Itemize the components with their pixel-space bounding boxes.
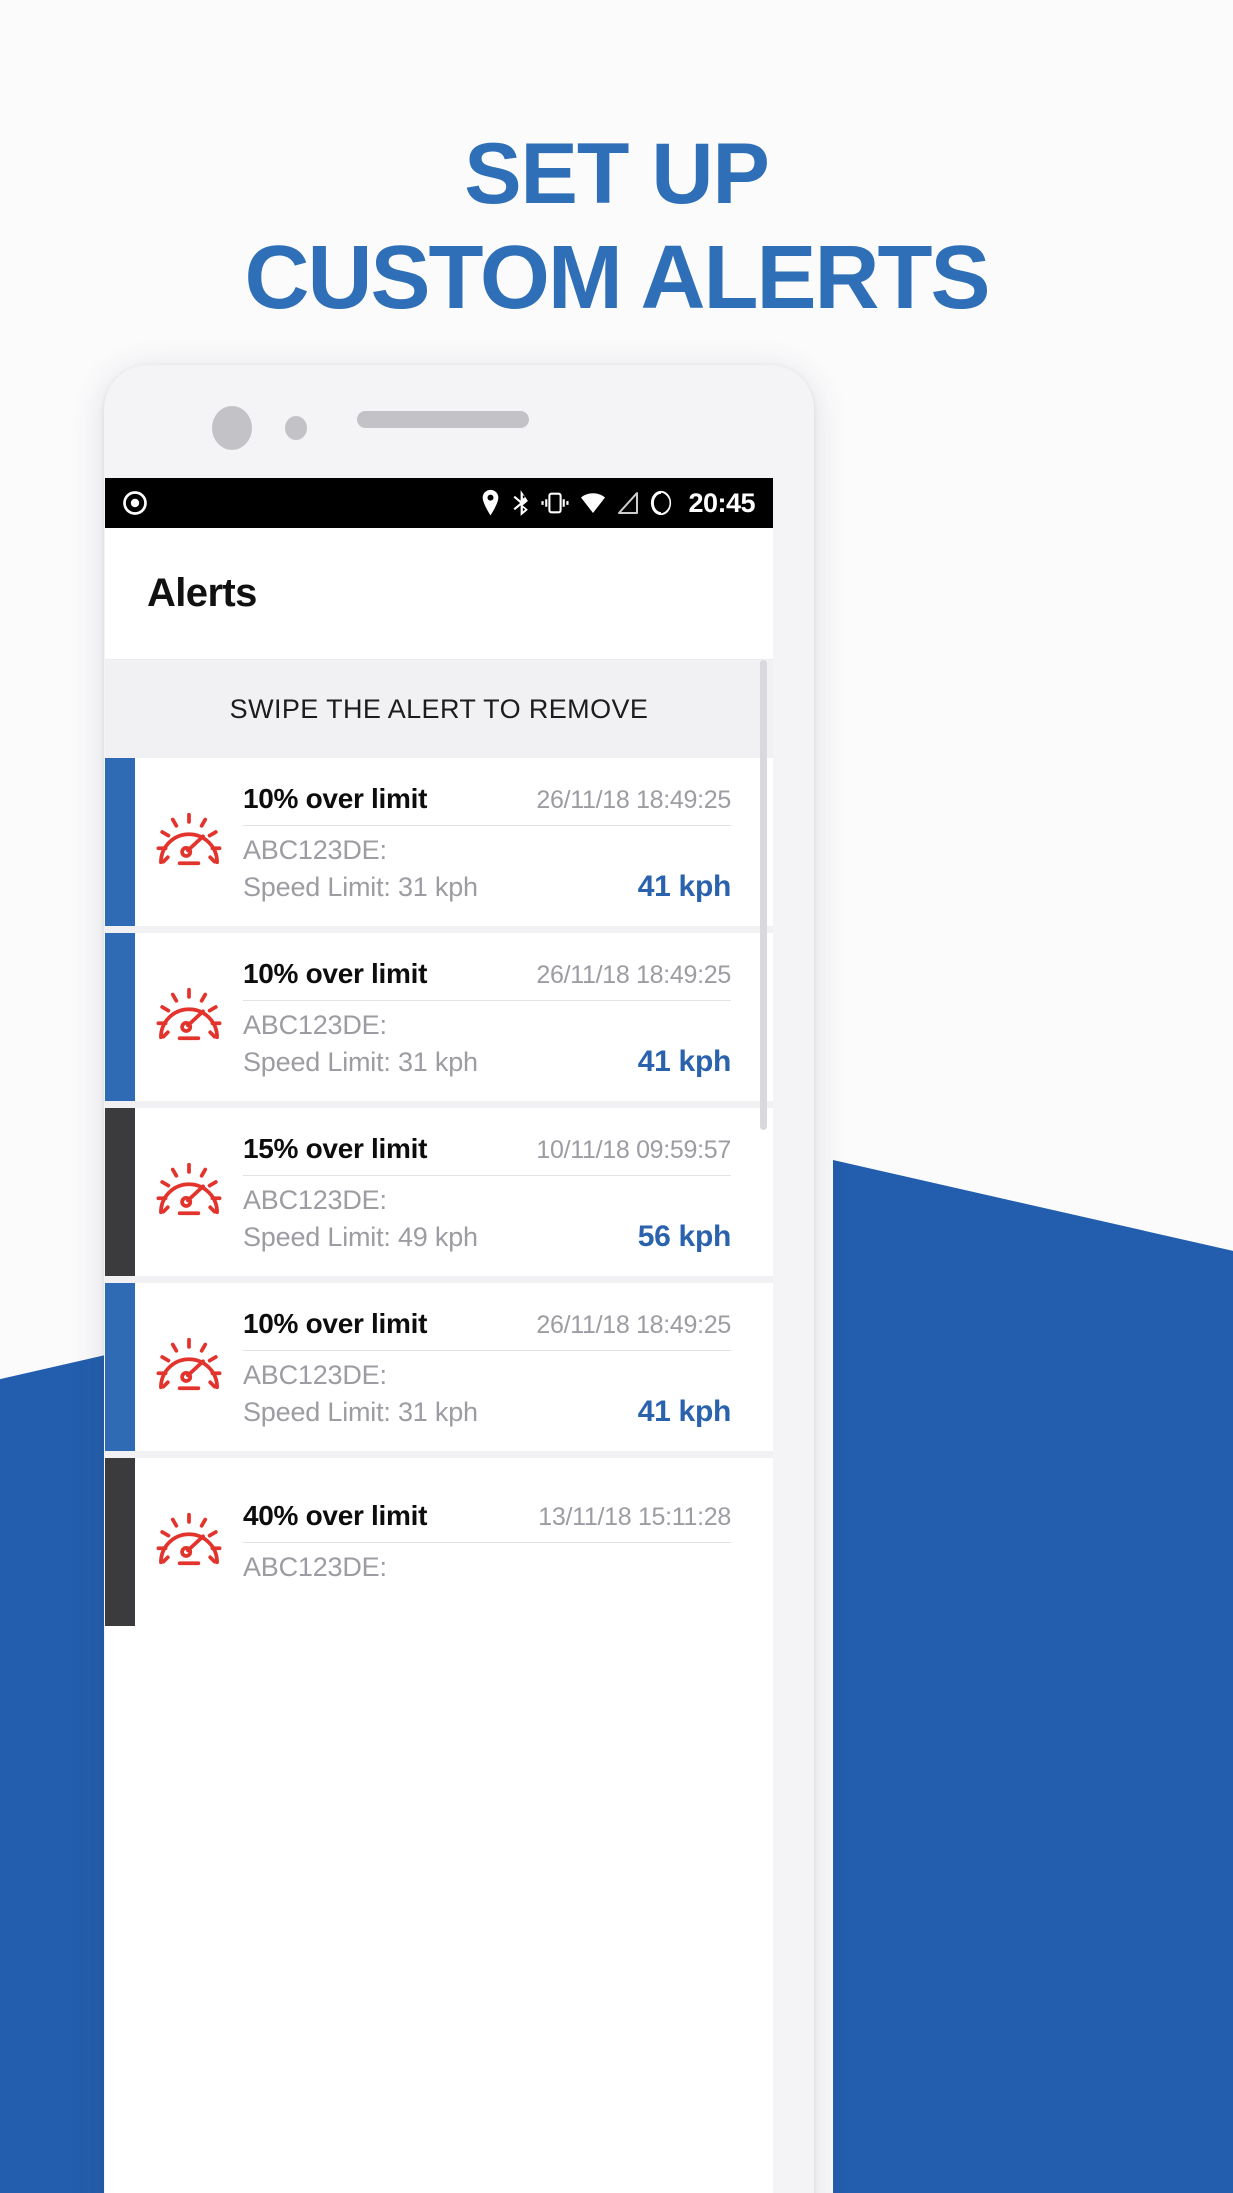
status-bar-clock: 20:45 bbox=[688, 487, 755, 518]
alert-recorded-speed: 41 kph bbox=[637, 1394, 732, 1428]
battery-icon bbox=[651, 490, 672, 516]
list-scrollbar[interactable] bbox=[760, 660, 767, 1130]
wifi-icon bbox=[581, 493, 606, 513]
alert-list-item-3[interactable]: 10% over limit 26/11/18 18:49:25 ABC123D… bbox=[105, 1283, 773, 1451]
swipe-hint-banner: SWIPE THE ALERT TO REMOVE bbox=[105, 660, 773, 758]
alert-vehicle-plate: ABC123DE: bbox=[243, 1009, 387, 1040]
promo-headline-line2: CUSTOM ALERTS bbox=[244, 228, 990, 328]
alert-footer bbox=[243, 1583, 731, 1587]
location-pin-icon bbox=[483, 489, 499, 516]
earpiece-speaker-icon bbox=[357, 411, 529, 428]
alert-list[interactable]: 10% over limit 26/11/18 18:49:25 ABC123D… bbox=[105, 758, 773, 1626]
alert-title: 40% over limit bbox=[243, 1499, 428, 1531]
alert-details: 10% over limit 26/11/18 18:49:25 ABC123D… bbox=[243, 933, 773, 1101]
alert-footer: Speed Limit: 31 kph 41 kph bbox=[243, 866, 731, 904]
alert-list-item-4[interactable]: 40% over limit 13/11/18 15:11:28 ABC123D… bbox=[105, 1458, 773, 1626]
alert-severity-accent-bar bbox=[105, 1108, 135, 1276]
alert-icon-slot bbox=[135, 1458, 243, 1626]
alert-icon-slot bbox=[135, 758, 243, 926]
promo-headline: SET UP CUSTOM ALERTS bbox=[0, 122, 1233, 330]
alert-title: 10% over limit bbox=[243, 1307, 428, 1339]
background-shape-right bbox=[833, 1160, 1233, 2193]
alert-recorded-speed: 41 kph bbox=[637, 869, 732, 903]
alert-list-item-0[interactable]: 10% over limit 26/11/18 18:49:25 ABC123D… bbox=[105, 758, 773, 926]
alert-severity-accent-bar bbox=[105, 758, 135, 926]
promo-headline-line1: SET UP bbox=[464, 126, 770, 222]
alert-timestamp: 10/11/18 09:59:57 bbox=[536, 1135, 731, 1164]
alert-recorded-speed: 56 kph bbox=[637, 1219, 732, 1253]
alert-details: 40% over limit 13/11/18 15:11:28 ABC123D… bbox=[243, 1458, 773, 1626]
alert-severity-accent-bar bbox=[105, 1283, 135, 1451]
status-bar: 20:45 bbox=[105, 478, 773, 528]
alert-details: 15% over limit 10/11/18 09:59:57 ABC123D… bbox=[243, 1108, 773, 1276]
alert-severity-accent-bar bbox=[105, 1458, 135, 1626]
alert-vehicle-plate: ABC123DE: bbox=[243, 1184, 387, 1215]
camera-lens-icon bbox=[212, 406, 252, 450]
alert-severity-accent-bar bbox=[105, 933, 135, 1101]
alert-list-item-1[interactable]: 10% over limit 26/11/18 18:49:25 ABC123D… bbox=[105, 933, 773, 1101]
alert-timestamp: 26/11/18 18:49:25 bbox=[536, 1310, 731, 1339]
app-bar: Alerts bbox=[105, 528, 773, 660]
alert-speed-limit: Speed Limit: 31 kph bbox=[243, 1046, 478, 1077]
alert-header: 10% over limit 26/11/18 18:49:25 bbox=[243, 783, 731, 826]
alert-footer: Speed Limit: 31 kph 41 kph bbox=[243, 1391, 731, 1429]
cellular-signal-icon bbox=[618, 492, 639, 514]
alert-title: 10% over limit bbox=[243, 957, 428, 989]
alert-details: 10% over limit 26/11/18 18:49:25 ABC123D… bbox=[243, 758, 773, 926]
vibrate-icon bbox=[541, 492, 569, 514]
alert-header: 10% over limit 26/11/18 18:49:25 bbox=[243, 958, 731, 1001]
speedometer-icon bbox=[156, 1162, 222, 1216]
alert-speed-limit: Speed Limit: 31 kph bbox=[243, 871, 478, 902]
alert-header: 15% over limit 10/11/18 09:59:57 bbox=[243, 1133, 731, 1176]
record-indicator-icon bbox=[123, 491, 147, 515]
speedometer-icon bbox=[156, 812, 222, 866]
alert-list-item-2[interactable]: 15% over limit 10/11/18 09:59:57 ABC123D… bbox=[105, 1108, 773, 1276]
alert-icon-slot bbox=[135, 933, 243, 1101]
alert-speed-limit: Speed Limit: 31 kph bbox=[243, 1396, 478, 1427]
speedometer-icon bbox=[156, 987, 222, 1041]
alert-title: 15% over limit bbox=[243, 1132, 428, 1164]
alert-vehicle-plate: ABC123DE: bbox=[243, 834, 387, 865]
status-bar-right: 20:45 bbox=[479, 488, 755, 519]
alert-footer: Speed Limit: 31 kph 41 kph bbox=[243, 1041, 731, 1079]
speedometer-icon bbox=[156, 1337, 222, 1391]
screenshot-stage: SET UP CUSTOM ALERTS 20:45 Alerts SWIPE … bbox=[0, 0, 1233, 2193]
alert-timestamp: 26/11/18 18:49:25 bbox=[536, 960, 731, 989]
alert-icon-slot bbox=[135, 1283, 243, 1451]
speedometer-icon bbox=[156, 1512, 222, 1566]
alert-recorded-speed: 41 kph bbox=[637, 1044, 732, 1078]
proximity-sensor-icon bbox=[285, 416, 307, 440]
alert-timestamp: 13/11/18 15:11:28 bbox=[538, 1502, 731, 1531]
page-title: Alerts bbox=[147, 571, 257, 615]
alert-footer: Speed Limit: 49 kph 56 kph bbox=[243, 1216, 731, 1254]
alert-icon-slot bbox=[135, 1108, 243, 1276]
alert-details: 10% over limit 26/11/18 18:49:25 ABC123D… bbox=[243, 1283, 773, 1451]
status-bar-left bbox=[121, 489, 149, 517]
phone-screen: 20:45 Alerts SWIPE THE ALERT TO REMOVE 1… bbox=[105, 478, 773, 2193]
alert-title: 10% over limit bbox=[243, 782, 428, 814]
bluetooth-icon bbox=[513, 490, 529, 516]
alert-vehicle-plate: ABC123DE: bbox=[243, 1551, 387, 1582]
alert-timestamp: 26/11/18 18:49:25 bbox=[536, 785, 731, 814]
alert-header: 40% over limit 13/11/18 15:11:28 bbox=[243, 1500, 731, 1543]
alert-vehicle-plate: ABC123DE: bbox=[243, 1359, 387, 1390]
alert-header: 10% over limit 26/11/18 18:49:25 bbox=[243, 1308, 731, 1351]
alert-speed-limit: Speed Limit: 49 kph bbox=[243, 1221, 478, 1252]
